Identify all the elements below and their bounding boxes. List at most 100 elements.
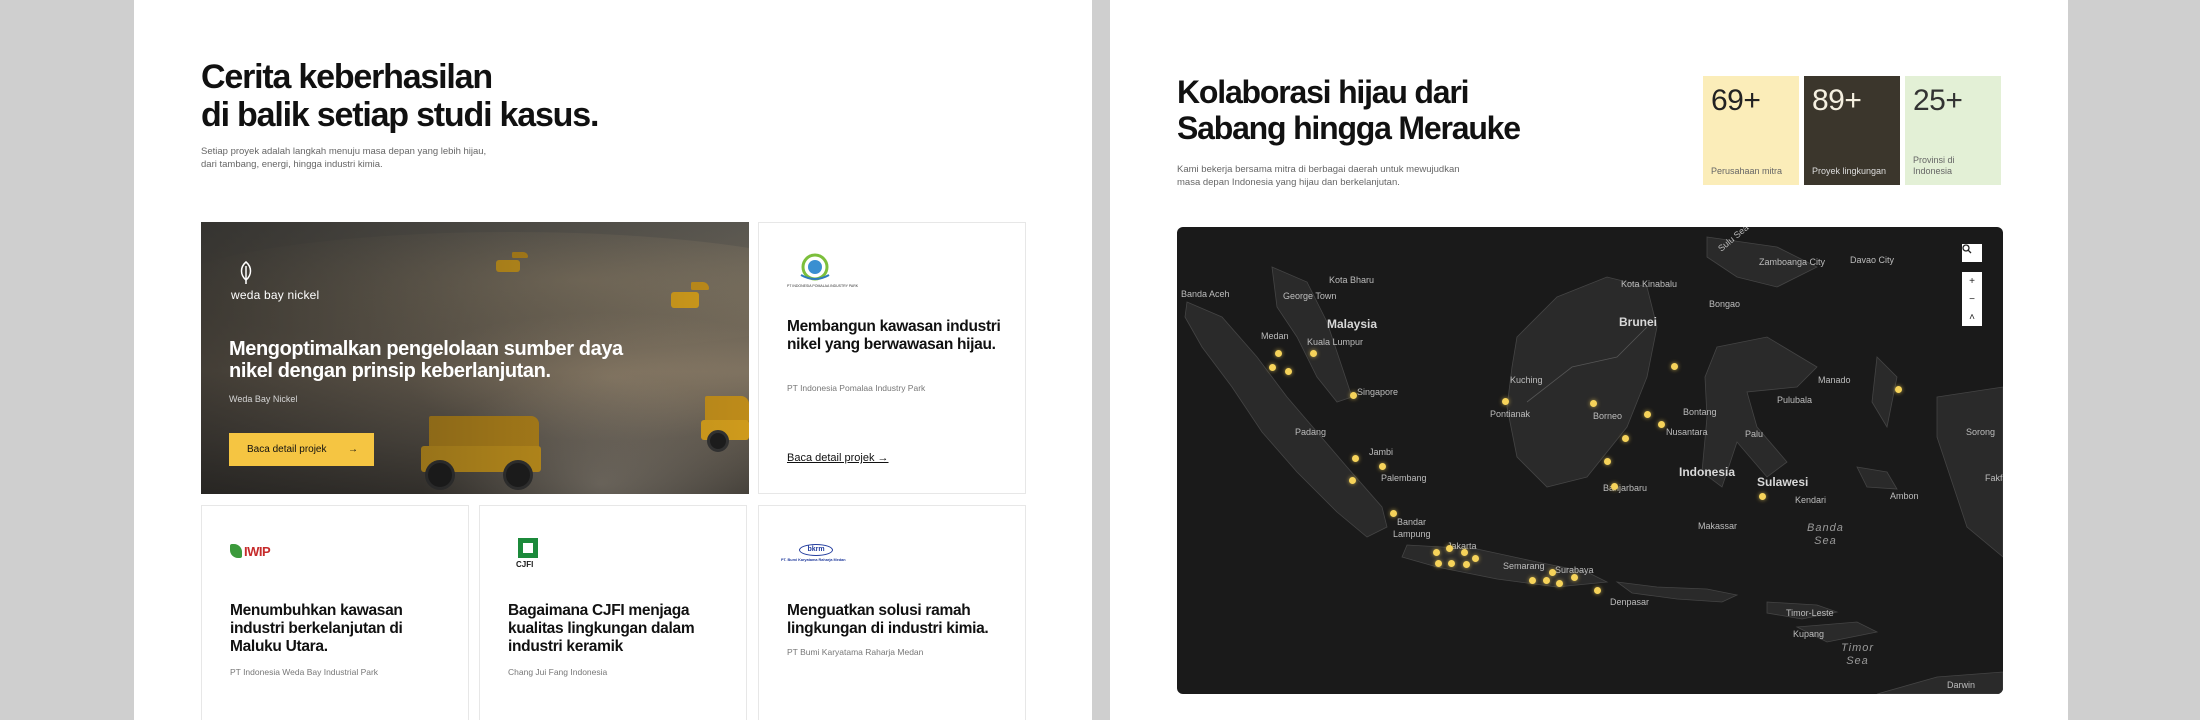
map-label: Jambi — [1369, 447, 1394, 457]
project-marker[interactable] — [1310, 350, 1317, 357]
leaf-icon — [237, 260, 255, 291]
stat-label: Perusahaan mitra — [1711, 166, 1783, 176]
collaboration-subtitle: Kami bekerja bersama mitra di berbagai d… — [1177, 164, 1460, 188]
map-label: Sorong — [1966, 427, 1996, 437]
stat-partners: 69+ Perusahaan mitra — [1703, 76, 1799, 185]
project-marker[interactable] — [1502, 398, 1509, 405]
map-label: Nusantara — [1666, 427, 1708, 437]
project-marker[interactable] — [1571, 574, 1578, 581]
project-marker[interactable] — [1461, 549, 1468, 556]
read-project-link[interactable]: Baca detail projek → — [787, 452, 889, 464]
indonesia-map[interactable]: Sulu Sea Zamboanga City Davao City Banda… — [1177, 227, 2003, 694]
map-label: Ambon — [1890, 491, 1919, 501]
map-reset-north-button[interactable]: ˄ — [1962, 308, 1982, 326]
map-zoom-out-button[interactable]: − — [1962, 290, 1982, 308]
stat-projects: 89+ Proyek lingkungan — [1804, 76, 1900, 185]
ipip-logo: PT INDONESIA POMALAA INDUSTRY PARK — [787, 253, 858, 293]
project-marker[interactable] — [1390, 510, 1397, 517]
project-marker[interactable] — [1285, 368, 1292, 375]
stat-label: Proyek lingkungan — [1812, 166, 1887, 176]
project-marker[interactable] — [1350, 392, 1357, 399]
map-label: Palu — [1745, 429, 1764, 439]
read-project-button[interactable]: Baca detail projek → — [229, 433, 374, 466]
project-marker[interactable] — [1604, 458, 1611, 465]
map-zoom-in-button[interactable]: + — [1962, 272, 1982, 290]
stat-value: 69+ — [1711, 84, 1761, 117]
map-label: Bontang — [1683, 407, 1717, 417]
case-card-organization: PT Indonesia Weda Bay Industrial Park — [230, 667, 379, 677]
case-card-ipip[interactable]: PT INDONESIA POMALAA INDUSTRY PARK Memba… — [758, 222, 1026, 494]
project-marker[interactable] — [1269, 364, 1276, 371]
project-marker[interactable] — [1611, 483, 1618, 490]
stat-label: Provinsi di Indonesia — [1913, 155, 1955, 176]
project-marker[interactable] — [1590, 400, 1597, 407]
project-marker[interactable] — [1759, 493, 1766, 500]
project-marker[interactable] — [1463, 561, 1470, 568]
map-label: Kendari — [1795, 495, 1827, 505]
project-marker[interactable] — [1435, 560, 1442, 567]
iwip-logo-mark-icon — [230, 544, 242, 558]
map-label: Kupang — [1793, 629, 1825, 639]
map-label: Banjarbaru — [1603, 483, 1648, 493]
featured-case-card[interactable]: weda bay nickel Mengoptimalkan pengelola… — [201, 222, 749, 494]
map-label: Medan — [1261, 331, 1289, 341]
case-card-title: Menguatkan solusi ramah lingkungan di in… — [787, 602, 989, 637]
map-label: Davao City — [1850, 255, 1895, 265]
case-studies-panel: Cerita keberhasilan di balik setiap stud… — [134, 0, 1092, 720]
cjfi-logo: CJFI — [516, 538, 540, 572]
project-marker[interactable] — [1352, 455, 1359, 462]
map-label: Indonesia — [1679, 465, 1736, 479]
map-label: Fakfak — [1985, 473, 2003, 483]
project-marker[interactable] — [1529, 577, 1536, 584]
map-label: Kuching — [1510, 375, 1543, 385]
project-marker[interactable] — [1275, 350, 1282, 357]
search-icon — [1962, 244, 1972, 254]
project-marker[interactable] — [1433, 549, 1440, 556]
project-marker[interactable] — [1658, 421, 1665, 428]
case-card-bkrm[interactable]: bkrm PT. Bumi Karyatama Raharja Medan Me… — [758, 505, 1026, 720]
project-marker[interactable] — [1671, 363, 1678, 370]
case-card-title: Bagaimana CJFI menjaga kualitas lingkung… — [508, 602, 695, 655]
case-card-title: Membangun kawasan industri nikel yang be… — [787, 318, 1001, 353]
map-label: Semarang — [1503, 561, 1545, 571]
map-label: Kota Kinabalu — [1621, 279, 1678, 289]
map-label: Timor Sea — [1841, 642, 1875, 667]
project-marker[interactable] — [1895, 386, 1902, 393]
project-marker[interactable] — [1379, 463, 1386, 470]
project-marker[interactable] — [1472, 555, 1479, 562]
map-label: Bandar — [1397, 517, 1427, 527]
map-search-button[interactable] — [1962, 244, 1982, 262]
map-label: Palembang — [1381, 473, 1427, 483]
map-label: Malaysia — [1327, 317, 1378, 331]
case-studies-heading: Cerita keberhasilan di balik setiap stud… — [201, 58, 599, 134]
project-marker[interactable] — [1446, 545, 1453, 552]
iwip-logo: IWIP — [230, 542, 271, 560]
stat-value: 89+ — [1812, 84, 1862, 117]
project-marker[interactable] — [1556, 580, 1563, 587]
case-card-cjfi[interactable]: CJFI Bagaimana CJFI menjaga kualitas lin… — [479, 505, 747, 720]
map-label: Pontianak — [1490, 409, 1531, 419]
project-marker[interactable] — [1594, 587, 1601, 594]
map-label: Darwin — [1947, 680, 1976, 690]
map-label: Lampung — [1393, 529, 1431, 539]
stat-provinces: 25+ Provinsi di Indonesia — [1905, 76, 2001, 185]
featured-title: Mengoptimalkan pengelolaan sumber daya n… — [229, 338, 623, 382]
case-card-iwip[interactable]: IWIP Menumbuhkan kawasan industri berkel… — [201, 505, 469, 720]
project-marker[interactable] — [1622, 435, 1629, 442]
map-label: Makassar — [1698, 521, 1738, 531]
map-label: Borneo — [1593, 411, 1623, 421]
ipip-logo-caption: PT INDONESIA POMALAA INDUSTRY PARK — [787, 284, 859, 288]
project-marker[interactable] — [1543, 577, 1550, 584]
project-marker[interactable] — [1448, 560, 1455, 567]
map-label: Zamboanga City — [1759, 257, 1826, 267]
project-marker[interactable] — [1349, 477, 1356, 484]
project-marker[interactable] — [1549, 569, 1556, 576]
bkrm-logo: bkrm PT. Bumi Karyatama Raharja Medan — [781, 544, 846, 562]
project-marker[interactable] — [1644, 411, 1651, 418]
case-studies-subtitle: Setiap proyek adalah langkah menuju masa… — [201, 146, 487, 170]
collaboration-panel: Kolaborasi hijau dari Sabang hingga Mera… — [1110, 0, 2068, 720]
case-card-organization: PT Indonesia Pomalaa Industry Park — [787, 383, 926, 393]
weda-bay-logo-text: weda bay nickel — [231, 288, 320, 302]
case-card-organization: Chang Jui Fang Indonesia — [508, 667, 608, 677]
map-label: Manado — [1818, 375, 1851, 385]
